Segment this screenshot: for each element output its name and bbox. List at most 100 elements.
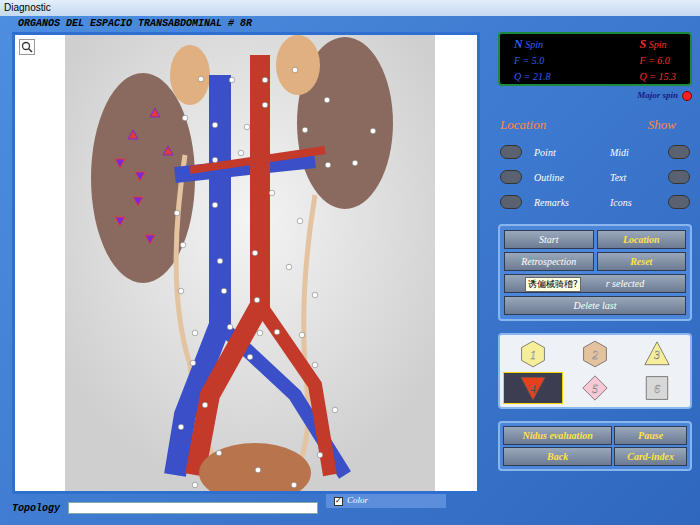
radio-option[interactable]: Text xyxy=(610,170,690,185)
anatomy-canvas[interactable] xyxy=(15,35,477,491)
marker-inverted-triangle-icon[interactable] xyxy=(145,235,155,244)
point-marker[interactable] xyxy=(229,77,235,83)
marker-type-button[interactable]: 6 xyxy=(627,372,687,404)
point-marker[interactable] xyxy=(227,324,233,330)
point-marker[interactable] xyxy=(180,242,186,248)
organ-frame xyxy=(12,32,480,494)
control-button[interactable]: Start xyxy=(504,230,594,249)
point-marker[interactable] xyxy=(212,202,218,208)
marker-inverted-triangle-icon[interactable] xyxy=(135,172,145,181)
spin-panel: N SpinF = 5.0Q = 21.8S SpinF = 6.0Q = 15… xyxy=(498,32,692,86)
svg-text:6: 6 xyxy=(654,383,660,395)
point-marker[interactable] xyxy=(217,258,223,264)
radio-option[interactable]: Outline xyxy=(500,170,580,185)
point-marker[interactable] xyxy=(212,122,218,128)
bottom-button[interactable]: Card-index xyxy=(614,447,687,466)
svg-text:3: 3 xyxy=(653,349,660,361)
location-title: Location xyxy=(500,115,546,135)
point-marker[interactable] xyxy=(238,150,244,156)
checkbox-icon: ✓ xyxy=(334,497,343,506)
control-button[interactable]: Retrospection xyxy=(504,252,594,271)
point-marker[interactable] xyxy=(257,330,263,336)
point-marker[interactable] xyxy=(302,127,308,133)
point-marker[interactable] xyxy=(317,452,323,458)
point-marker[interactable] xyxy=(312,292,318,298)
point-marker[interactable] xyxy=(192,330,198,336)
marker-type-button[interactable]: 4 xyxy=(503,372,563,404)
color-checkbox[interactable]: ✓Color xyxy=(326,494,446,508)
organ-title: ORGANOS DEL ESPACIO TRANSABDOMINAL # 8R xyxy=(12,16,490,32)
marker-type-button[interactable]: 5 xyxy=(565,372,625,404)
point-marker[interactable] xyxy=(174,210,180,216)
point-marker[interactable] xyxy=(325,162,331,168)
svg-text:4: 4 xyxy=(530,383,536,395)
wide-button[interactable]: Delete last xyxy=(504,296,686,315)
point-marker[interactable] xyxy=(262,102,268,108)
major-spin: Major spin xyxy=(498,89,692,103)
radio-option[interactable]: Point xyxy=(500,145,580,160)
point-marker[interactable] xyxy=(332,407,338,413)
marker-triangle-icon[interactable] xyxy=(150,108,160,117)
zoom-icon xyxy=(21,41,33,53)
triangle-icon: 3 xyxy=(637,339,677,369)
svg-text:5: 5 xyxy=(592,383,598,395)
topology-bar xyxy=(68,502,318,514)
wide-button[interactable]: r selected诱偏械骑稽? xyxy=(504,274,686,293)
point-marker[interactable] xyxy=(247,354,253,360)
marker-type-button[interactable]: 1 xyxy=(503,338,563,370)
point-marker[interactable] xyxy=(182,115,188,121)
point-marker[interactable] xyxy=(312,362,318,368)
point-marker[interactable] xyxy=(352,160,358,166)
marker-type-button[interactable]: 2 xyxy=(565,338,625,370)
hexagon-icon: 1 xyxy=(513,339,553,369)
point-marker[interactable] xyxy=(216,450,222,456)
point-marker[interactable] xyxy=(274,329,280,335)
point-marker[interactable] xyxy=(255,467,261,473)
point-marker[interactable] xyxy=(202,402,208,408)
point-marker[interactable] xyxy=(244,124,250,130)
marker-inverted-triangle-icon[interactable] xyxy=(115,217,125,226)
point-marker[interactable] xyxy=(192,482,198,488)
bottom-button[interactable]: Nidus evaluation xyxy=(503,426,612,445)
show-title: Show xyxy=(648,115,690,135)
point-marker[interactable] xyxy=(370,128,376,134)
inverted-icon: 4 xyxy=(513,373,553,403)
control-panel: StartLocationRetrospectionReset r selecte… xyxy=(498,224,692,321)
point-marker[interactable] xyxy=(299,332,305,338)
hexagon-icon: 2 xyxy=(575,339,615,369)
radio-option[interactable]: Icons xyxy=(610,195,690,210)
point-marker[interactable] xyxy=(221,288,227,294)
spin-readout: N SpinF = 5.0Q = 21.8 xyxy=(514,36,550,82)
diagnostic-window: DiagnosticORGANOS DEL ESPACIO TRANSABDOM… xyxy=(0,0,700,525)
radio-option[interactable]: Midi xyxy=(610,145,690,160)
point-marker[interactable] xyxy=(178,288,184,294)
point-marker[interactable] xyxy=(190,360,196,366)
point-marker[interactable] xyxy=(286,264,292,270)
point-marker[interactable] xyxy=(198,76,204,82)
zoom-button[interactable] xyxy=(19,39,35,55)
radio-icon xyxy=(668,170,690,184)
bottom-button[interactable]: Back xyxy=(503,447,612,466)
point-marker[interactable] xyxy=(178,424,184,430)
point-marker[interactable] xyxy=(324,97,330,103)
bottom-button[interactable]: Pause xyxy=(614,426,687,445)
radio-icon xyxy=(668,195,690,209)
point-marker[interactable] xyxy=(291,482,297,488)
point-marker[interactable] xyxy=(254,297,260,303)
point-marker[interactable] xyxy=(269,190,275,196)
point-marker[interactable] xyxy=(262,77,268,83)
marker-type-button[interactable]: 3 xyxy=(627,338,687,370)
control-button[interactable]: Location xyxy=(597,230,687,249)
point-marker[interactable] xyxy=(297,218,303,224)
diamond-icon: 5 xyxy=(575,373,615,403)
radio-option[interactable]: Remarks xyxy=(500,195,580,210)
point-marker[interactable] xyxy=(292,67,298,73)
marker-panel: 12 3 4 5 6 xyxy=(498,333,692,409)
marker-inverted-triangle-icon[interactable] xyxy=(133,197,143,206)
marker-triangle-icon[interactable] xyxy=(163,146,173,155)
point-marker[interactable] xyxy=(252,250,258,256)
marker-triangle-icon[interactable] xyxy=(128,130,138,139)
control-button[interactable]: Reset xyxy=(597,252,687,271)
marker-inverted-triangle-icon[interactable] xyxy=(115,159,125,168)
point-marker[interactable] xyxy=(212,157,218,163)
